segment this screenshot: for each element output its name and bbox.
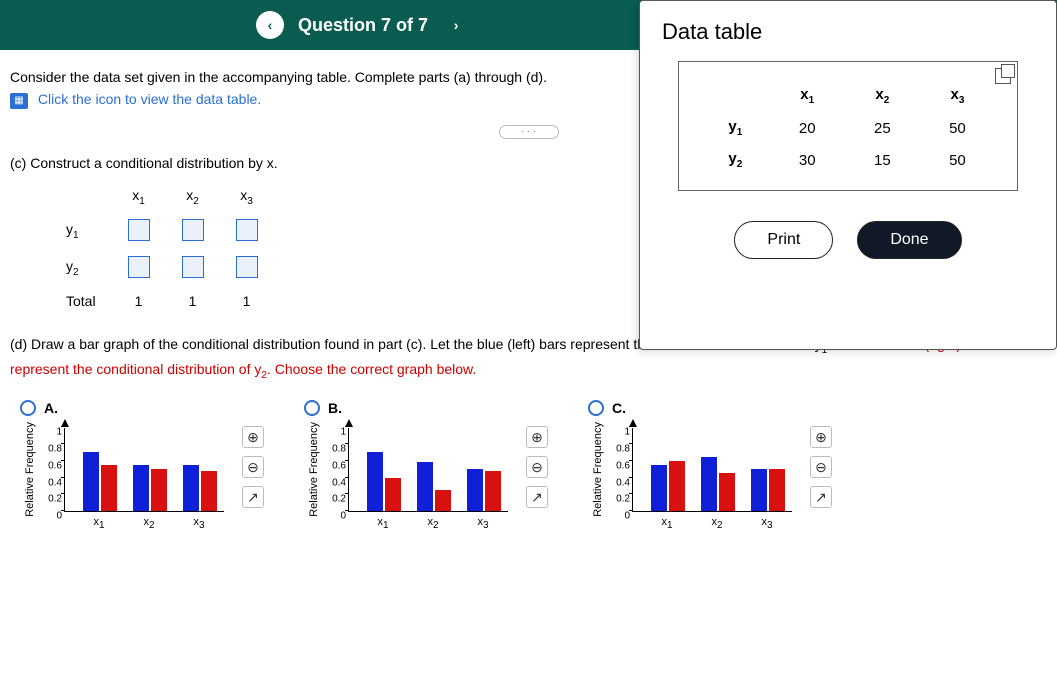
print-button[interactable]: Print: [734, 221, 833, 259]
x-tick-label: x2: [143, 516, 154, 531]
cell-y2-x1: 30: [770, 144, 845, 176]
zoom-out-icon[interactable]: ⊖: [810, 456, 832, 478]
zoom-out-icon[interactable]: ⊖: [242, 456, 264, 478]
y-tick: 0.6: [48, 460, 65, 471]
y-axis-label: Relative Frequency: [588, 422, 604, 517]
x-tick-label: x2: [711, 516, 722, 531]
bar-y2-x1: [385, 478, 401, 512]
option-b: B. Relative Frequency 0 0.2 0.4 0.6 0.8 1 x1 x2 x3…: [304, 400, 548, 542]
y-tick: 0.8: [332, 443, 349, 454]
zoom-in-icon[interactable]: ⊕: [810, 426, 832, 448]
bar-y1-x1: [367, 452, 383, 511]
x-tick-label: x3: [193, 516, 204, 531]
input-y1-x3[interactable]: [236, 219, 258, 241]
y-tick: 0: [624, 511, 633, 522]
y-axis-label: Relative Frequency: [20, 422, 36, 517]
bar-y1-x2: [133, 465, 149, 511]
bar-y2-x3: [769, 469, 785, 511]
y-tick: 0: [340, 511, 349, 522]
chart-option-c: 0 0.2 0.4 0.6 0.8 1 x1 x2 x3: [604, 422, 804, 542]
x-tick-label: x3: [477, 516, 488, 531]
zoom-in-icon[interactable]: ⊕: [526, 426, 548, 448]
x-tick-label: x3: [761, 516, 772, 531]
y-tick: 0.4: [48, 477, 65, 488]
input-y1-x2[interactable]: [182, 219, 204, 241]
x-tick-label: x1: [377, 516, 388, 531]
popup-title: Data table: [662, 19, 1034, 45]
question-title: Question 7 of 7: [298, 15, 428, 36]
zoom-in-icon[interactable]: ⊕: [242, 426, 264, 448]
cell-y1-x2: 25: [845, 112, 920, 144]
popout-icon[interactable]: ↗: [242, 486, 264, 508]
radio-option-c[interactable]: [588, 400, 604, 416]
bar-y2-x3: [485, 471, 501, 511]
option-c: C. Relative Frequency 0 0.2 0.4 0.6 0.8 1 x1 x2 x3…: [588, 400, 832, 542]
option-label: B.: [328, 400, 342, 416]
y-axis-label: Relative Frequency: [304, 422, 320, 517]
cell-y2-x2: 15: [845, 144, 920, 176]
y-tick: 0.8: [48, 443, 65, 454]
bar-y1-x3: [751, 469, 767, 511]
bar-y1-x3: [183, 465, 199, 511]
total-x1: 1: [112, 287, 166, 315]
y-tick: 0.8: [616, 443, 633, 454]
y-tick: 1: [624, 427, 633, 438]
y-tick: 0.6: [332, 460, 349, 471]
popup-data-table: x1 x2 x3 y1 20 25 50 y2 30 15 50: [678, 61, 1018, 191]
option-label: C.: [612, 400, 626, 416]
radio-option-b[interactable]: [304, 400, 320, 416]
more-pill-button[interactable]: · · ·: [499, 125, 559, 139]
option-label: A.: [44, 400, 58, 416]
y-tick: 0: [56, 511, 65, 522]
y-tick: 1: [340, 427, 349, 438]
radio-option-a[interactable]: [20, 400, 36, 416]
chart-option-a: 0 0.2 0.4 0.6 0.8 1 x1 x2 x3: [36, 422, 236, 542]
x-tick-label: x1: [93, 516, 104, 531]
bar-y2-x1: [669, 461, 685, 511]
bar-y2-x2: [719, 473, 735, 511]
data-table-popup: Data table x1 x2 x3 y1 20 25 50 y2 30 15…: [639, 0, 1057, 350]
y-tick: 0.4: [332, 477, 349, 488]
bar-y1-x2: [701, 457, 717, 512]
bar-y2-x2: [151, 469, 167, 511]
total-x2: 1: [166, 287, 220, 315]
done-button[interactable]: Done: [857, 221, 961, 259]
y-tick: 0.2: [48, 494, 65, 505]
y-tick: 0.6: [616, 460, 633, 471]
view-data-table-link[interactable]: Click the icon to view the data table.: [38, 91, 261, 107]
x-tick-label: x2: [427, 516, 438, 531]
data-table-icon[interactable]: ▦: [10, 93, 28, 109]
bar-y1-x1: [83, 452, 99, 511]
chart-option-b: 0 0.2 0.4 0.6 0.8 1 x1 x2 x3: [320, 422, 520, 542]
bar-y2-x1: [101, 465, 117, 511]
bar-y1-x2: [417, 462, 433, 511]
popout-icon[interactable]: ↗: [526, 486, 548, 508]
bar-y2-x3: [201, 471, 217, 511]
copy-icon[interactable]: [995, 68, 1011, 84]
input-y1-x1[interactable]: [128, 219, 150, 241]
popout-icon[interactable]: ↗: [810, 486, 832, 508]
bar-y1-x3: [467, 469, 483, 511]
bar-y2-x2: [435, 490, 451, 511]
input-y2-x3[interactable]: [236, 256, 258, 278]
input-y2-x1[interactable]: [128, 256, 150, 278]
y-tick: 1: [56, 427, 65, 438]
prev-question-button[interactable]: ‹: [256, 11, 284, 39]
cell-y1-x3: 50: [920, 112, 995, 144]
zoom-out-icon[interactable]: ⊖: [526, 456, 548, 478]
x-tick-label: x1: [661, 516, 672, 531]
next-question-button[interactable]: ›: [442, 11, 470, 39]
conditional-dist-table: x1 x2 x3 y1 y2 Total 1 1 1: [50, 181, 274, 315]
input-y2-x2[interactable]: [182, 256, 204, 278]
total-x3: 1: [220, 287, 274, 315]
cell-y1-x1: 20: [770, 112, 845, 144]
y-tick: 0.2: [616, 494, 633, 505]
cell-y2-x3: 50: [920, 144, 995, 176]
y-tick: 0.2: [332, 494, 349, 505]
bar-y1-x1: [651, 465, 667, 511]
y-tick: 0.4: [616, 477, 633, 488]
option-a: A. Relative Frequency 0 0.2 0.4 0.6 0.8 1 x1 x2 x3…: [20, 400, 264, 542]
